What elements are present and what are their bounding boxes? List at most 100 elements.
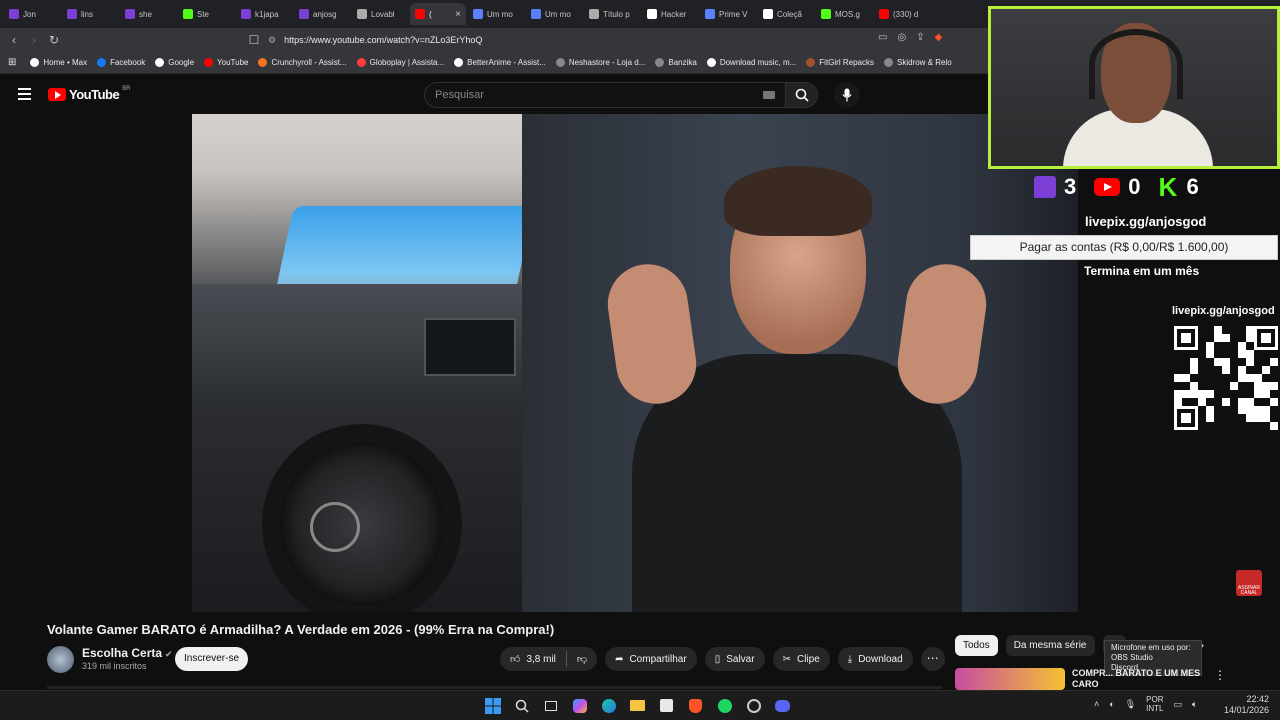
bookmark-item[interactable]: FitGirl Repacks bbox=[806, 58, 874, 67]
browser-tab[interactable]: k1japa bbox=[236, 3, 292, 25]
browser-tab[interactable]: Jon bbox=[4, 3, 60, 25]
bookmark-item[interactable]: Crunchyroll - Assist... bbox=[258, 58, 347, 67]
address-bar[interactable]: ⚙ https://www.youtube.com/watch?v=nZLo3E… bbox=[268, 30, 978, 50]
bookmark-item[interactable]: Download music, m... bbox=[706, 58, 797, 67]
browser-tab[interactable]: Ste bbox=[178, 3, 234, 25]
close-tab-icon[interactable]: × bbox=[455, 9, 461, 20]
subscribe-button[interactable]: Inscrever-se bbox=[175, 647, 248, 671]
steam-icon[interactable] bbox=[744, 696, 763, 715]
qr-module bbox=[1254, 406, 1262, 414]
qr-module bbox=[1262, 366, 1270, 374]
browser-tab[interactable]: Prime V bbox=[700, 3, 756, 25]
channel-name-row[interactable]: Escolha Certa ✔ bbox=[82, 646, 173, 660]
tray-app-icon[interactable]: ◐ bbox=[1109, 699, 1114, 709]
browser-tab[interactable]: Coleçã bbox=[758, 3, 814, 25]
browser-tab[interactable]: Título p bbox=[584, 3, 640, 25]
forward-icon[interactable]: › bbox=[24, 33, 44, 47]
recommendation-title[interactable]: COMPR... BARATO E UM MES CARO bbox=[1072, 668, 1202, 690]
youtube-play-icon bbox=[48, 88, 66, 101]
volume-icon[interactable]: 🔈︎ bbox=[1192, 699, 1197, 710]
browser-tab[interactable]: MOS.g bbox=[816, 3, 872, 25]
site-info-icon[interactable]: ⚙ bbox=[268, 35, 276, 46]
qr-finder bbox=[1181, 333, 1191, 343]
browser-tab[interactable]: Um mo bbox=[526, 3, 582, 25]
download-button[interactable]: ⤓ Download bbox=[837, 647, 913, 671]
copilot-icon[interactable] bbox=[570, 696, 589, 715]
chip-same-series[interactable]: Da mesma série bbox=[1005, 635, 1095, 656]
keyboard-icon[interactable] bbox=[763, 91, 775, 99]
browser-tab[interactable]: Lovabl bbox=[352, 3, 408, 25]
browser-tab[interactable]: (330) d bbox=[874, 3, 930, 25]
store-icon[interactable] bbox=[657, 696, 676, 715]
search-icon[interactable] bbox=[512, 696, 531, 715]
browser-tab[interactable]: Um mo bbox=[468, 3, 524, 25]
goal-deadline: Termina em um mês bbox=[1084, 264, 1200, 278]
bookmark-label: Download music, m... bbox=[719, 58, 797, 67]
tray-expand-icon[interactable]: ˄ bbox=[1094, 699, 1099, 709]
dislike-button[interactable]: 👎︎ bbox=[567, 653, 597, 665]
qr-module bbox=[1230, 382, 1238, 390]
input-language[interactable]: POR INTL bbox=[1146, 695, 1163, 713]
toolbar-actions: ▭ ◎ ⇪ ◆ bbox=[878, 32, 942, 43]
subscribe-watermark[interactable]: ASSINAR CANAL bbox=[1236, 570, 1262, 596]
chip-all[interactable]: Todos bbox=[955, 635, 998, 656]
language-code: POR bbox=[1146, 695, 1164, 704]
qr-module bbox=[1206, 342, 1214, 350]
bookmark-item[interactable]: Neshastore - Loja d... bbox=[555, 58, 645, 67]
tab-favicon-icon bbox=[67, 9, 77, 19]
discord-icon[interactable] bbox=[773, 696, 792, 715]
like-button[interactable]: 👍︎ 3,8 mil bbox=[500, 653, 566, 666]
browser-tab[interactable]: Hacker bbox=[642, 3, 698, 25]
clip-button[interactable]: ✂ Clipe bbox=[772, 647, 830, 671]
bookmark-item[interactable]: Facebook bbox=[97, 58, 145, 67]
voice-search-button[interactable] bbox=[834, 82, 860, 108]
bookmark-item[interactable]: YouTube bbox=[204, 58, 248, 67]
bookmark-item[interactable]: Skidrow & Relo bbox=[883, 58, 952, 67]
brave-icon[interactable] bbox=[686, 696, 705, 715]
microphone-tray-icon[interactable]: 🎙︎ bbox=[1125, 699, 1136, 710]
recommendation-thumbnail[interactable] bbox=[955, 668, 1065, 690]
bookmark-item[interactable]: BetterAnime - Assist... bbox=[454, 58, 546, 67]
reload-icon[interactable]: ↻ bbox=[44, 33, 64, 47]
video-player[interactable] bbox=[192, 114, 1078, 612]
qr-module bbox=[1262, 406, 1270, 414]
search-button[interactable] bbox=[786, 82, 818, 108]
more-actions-button[interactable]: ⋯ bbox=[920, 647, 945, 671]
download-icon: ⤓ bbox=[847, 653, 853, 665]
task-view-icon[interactable] bbox=[541, 696, 560, 715]
windows-start-icon[interactable] bbox=[483, 696, 502, 715]
file-explorer-icon[interactable] bbox=[628, 696, 647, 715]
spotify-icon[interactable] bbox=[715, 696, 734, 715]
bookmark-favicon-icon bbox=[30, 58, 40, 67]
search-input[interactable]: Pesquisar bbox=[424, 82, 786, 108]
browser-tab[interactable]: she bbox=[120, 3, 176, 25]
cast-icon[interactable]: ▭ bbox=[878, 32, 887, 43]
system-clock[interactable]: 22:42 14/01/2026 bbox=[1224, 694, 1269, 716]
channel-avatar[interactable] bbox=[47, 646, 74, 673]
tab-label: ( bbox=[429, 9, 432, 19]
youtube-logo[interactable]: YouTube BR bbox=[48, 86, 131, 102]
bookmark-label: Google bbox=[168, 58, 195, 67]
bookmark-item[interactable]: Google bbox=[155, 58, 194, 67]
bookmark-item[interactable]: Home • Max bbox=[30, 58, 87, 67]
bookmark-item[interactable]: Globoplay | Assista... bbox=[356, 58, 444, 67]
channel-name[interactable]: Escolha Certa bbox=[82, 646, 162, 660]
apps-grid-icon[interactable]: ⊞ bbox=[8, 57, 16, 68]
back-icon[interactable]: ‹ bbox=[4, 33, 24, 47]
tab-label: Jon bbox=[23, 9, 36, 19]
brave-shield-icon[interactable]: ◆ bbox=[935, 32, 943, 43]
menu-icon[interactable] bbox=[18, 88, 31, 100]
bookmark-icon[interactable]: ☐ bbox=[244, 33, 264, 47]
screenshot-icon[interactable]: ◎ bbox=[897, 32, 906, 43]
browser-tab[interactable]: (× bbox=[410, 3, 466, 25]
browser-tab[interactable]: lins bbox=[62, 3, 118, 25]
save-button[interactable]: ▯ Salvar bbox=[704, 647, 765, 671]
edge-icon[interactable] bbox=[599, 696, 618, 715]
share-icon[interactable]: ⇪ bbox=[916, 32, 924, 43]
bookmark-item[interactable]: Banzika bbox=[655, 58, 697, 67]
recommendation-menu-icon[interactable]: ⋮ bbox=[1214, 668, 1226, 682]
qr-module bbox=[1246, 326, 1254, 334]
browser-tab[interactable]: anjosg bbox=[294, 3, 350, 25]
share-button[interactable]: ➦ Compartilhar bbox=[605, 647, 697, 671]
network-icon[interactable]: ▭ bbox=[1173, 699, 1182, 710]
